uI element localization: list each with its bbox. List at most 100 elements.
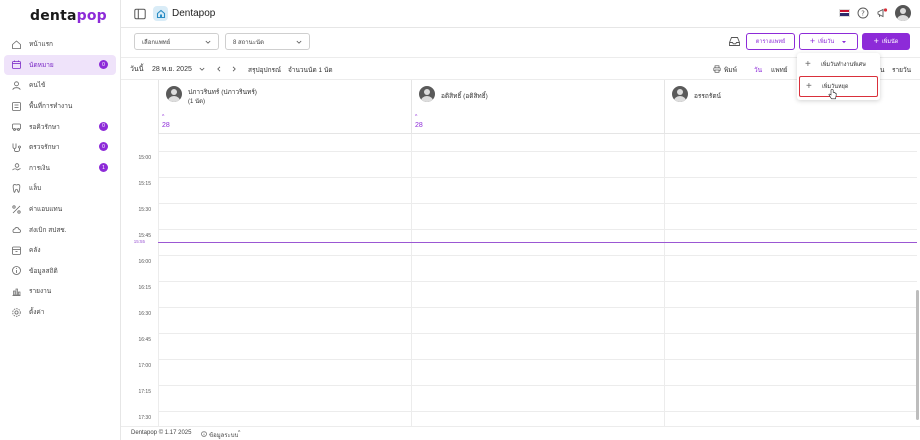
sidebar-item-label: ข้อมูลสถิติ [29,267,58,275]
sidebar-item-label: นัดหมาย [29,61,54,69]
doctor-schedule-button[interactable]: ตารางแพทย์ [746,33,795,50]
finance-icon [11,162,22,173]
doctor-name: อรรถรัตน์ [694,93,721,100]
prev-day-icon[interactable] [216,66,222,72]
system-info-link[interactable]: ข้อมูลระบบ [209,430,238,440]
sidebar-item-label: หน้าแรก [29,41,53,49]
sidebar-item-label: รายงาน [29,288,52,296]
view-list-tab[interactable]: รายวัน [892,65,911,75]
count-badge: 1 [99,163,108,173]
printer-icon[interactable] [713,65,721,73]
slot-line [158,177,917,178]
count-badge: 0 [99,142,108,152]
view-doctor-tab[interactable]: แพทย์ [771,65,788,75]
help-icon[interactable]: ? [857,7,869,19]
sidebar-item[interactable]: นัดหมาย 0 [4,54,116,76]
doctor-appointment-count: (1 นัด) [188,99,205,105]
slot-line [158,385,917,386]
sidebar: dentapop หน้าแรกนัดหมาย 0 คนไข้พื้นที่การท… [0,0,121,440]
inbox-icon[interactable] [728,35,741,48]
chevron-down-icon[interactable] [199,66,205,72]
add-holiday-item[interactable]: + เพิ่มวันหยุด [799,76,878,97]
doctor-column-header[interactable]: อรรถรัตน์ [664,80,920,134]
sidebar-item[interactable]: รอคิวรักษา 0 [4,116,116,137]
sidebar-item[interactable]: ตั้งค่า [4,302,116,323]
chevron-down-icon [205,40,211,44]
home-icon [11,39,22,50]
sidebar-item[interactable]: ตรวจรักษา 0 [4,137,116,158]
doctor-select[interactable]: เลือกแพทย์ [134,33,219,50]
slot-line [158,151,917,152]
day-number: 28 [162,122,170,129]
calendar-view: ปภาวรินทร์ (ปภาวรินทร์) (1 นัด) ^ 28 อติ… [121,80,920,426]
time-label: 16:15 [138,285,151,291]
sidebar-item[interactable]: รายงาน [4,281,116,302]
inventory-icon [11,245,22,256]
next-day-icon[interactable] [231,66,237,72]
current-time-label: 15:55 [133,239,145,244]
sidebar-toggle-icon[interactable] [134,8,146,20]
add-day-button[interactable]: + เพิ่มวัน [799,33,858,50]
doctor-column-header[interactable]: อติสิทธิ์ (อติสิทธิ์) ^ 28 [411,80,664,134]
slot-line [158,307,917,308]
doctor-column-header[interactable]: ปภาวรินทร์ (ปภาวรินทร์) (1 นัด) ^ 28 [158,80,411,134]
time-label: 16:00 [138,259,151,265]
sidebar-item-label: การเงิน [29,164,50,172]
caret-up-icon[interactable]: ^ [238,430,240,436]
announcement-icon[interactable] [876,7,888,19]
appointment-count: จำนวนนัด 1 นัด [288,67,333,74]
app-root: dentapop หน้าแรกนัดหมาย 0 คนไข้พื้นที่การท… [0,0,920,440]
count-badge: 0 [99,60,108,70]
slot-line [158,333,917,334]
slot-line [158,281,917,282]
add-appointment-label: เพิ่มนัด [881,38,899,45]
plus-icon: + [805,58,811,70]
doctor-select-placeholder: เลือกแพทย์ [142,39,171,46]
time-label: 15:00 [138,155,151,161]
print-button[interactable]: พิมพ์ [724,65,737,75]
clinic-icon [153,6,168,21]
logo[interactable]: dentapop [30,8,107,24]
sidebar-item[interactable]: ส่งเบิก สปสช. [4,219,116,240]
add-appointment-button[interactable]: + เพิ่มนัด [862,33,910,50]
slot-line [158,255,917,256]
gear-icon [11,307,22,318]
sidebar-item[interactable]: หน้าแรก [4,34,116,55]
cloud-icon [11,224,22,235]
sidebar-item[interactable]: การเงิน 1 [4,158,116,179]
sidebar-item[interactable]: คลัง [4,240,116,261]
sidebar-item[interactable]: ข้อมูลสถิติ [4,261,116,282]
add-special-workday-item[interactable]: + เพิ่มวันทำงานพิเศษ [799,54,878,75]
sidebar-item-label: พื้นที่การทำงาน [29,103,73,111]
equipment-summary-link[interactable]: สรุปอุปกรณ์ [248,65,281,75]
view-day-tab[interactable]: วัน [754,65,762,75]
vertical-scrollbar[interactable] [916,290,919,420]
time-label: 17:00 [138,363,151,369]
day-number: 28 [415,122,423,129]
sidebar-item-label: คนไข้ [29,82,46,90]
percent-icon [11,204,22,215]
plus-icon: + [873,36,879,46]
slot-line [158,229,917,230]
sidebar-item-label: ตรวจรักษา [29,144,60,152]
today-button[interactable]: วันนี้ [130,64,144,75]
time-label: 16:45 [138,337,151,343]
time-grid[interactable]: 15:00 15:15 15:30 15:45 16:00 16:15 16:30 16:45… [121,134,920,426]
time-label: 16:30 [138,311,151,317]
sidebar-item[interactable]: ค่าแอบแทน [4,199,116,220]
workspace-icon [11,101,22,112]
report-icon [11,286,22,297]
view-week-tab[interactable]: น [880,65,884,75]
sidebar-item[interactable]: แล็บ [4,178,116,199]
doctor-avatar [419,86,435,102]
sidebar-item[interactable]: คนไข้ [4,75,116,96]
slot-line [158,411,917,412]
thai-flag-icon[interactable] [839,9,850,17]
count-badge: 0 [99,121,108,131]
date-picker[interactable]: 28 พ.ย. 2025 [152,64,192,75]
waiting-icon [11,121,22,132]
sidebar-item[interactable]: พื้นที่การทำงาน [4,96,116,117]
user-avatar[interactable] [895,5,911,21]
status-select[interactable]: 8 สถานะนัด [225,33,310,50]
add-day-dropdown: + เพิ่มวันทำงานพิเศษ + เพิ่มวันหยุด [797,53,880,100]
